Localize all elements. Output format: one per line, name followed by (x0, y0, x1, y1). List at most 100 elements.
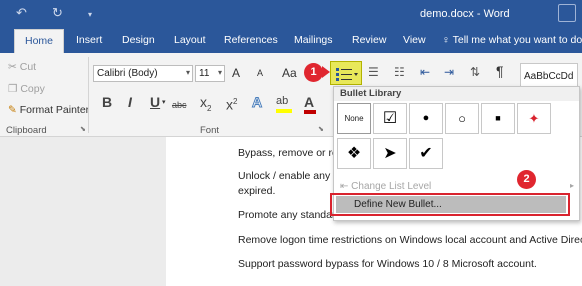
four-diamonds-bullet-icon: ❖ (346, 145, 362, 162)
tab-layout[interactable]: Layout (174, 34, 206, 46)
filled-circle-bullet-icon: ● (422, 112, 430, 124)
font-size-select[interactable]: 11 ▾ (195, 65, 225, 82)
checkmark-bullet-icon: ✔ (419, 145, 433, 162)
bullets-button[interactable] (330, 61, 362, 85)
define-new-bullet-highlight (330, 193, 570, 216)
increase-indent-icon[interactable]: ⇥ (444, 65, 454, 79)
multilevel-list-icon[interactable]: ☷ (394, 65, 405, 79)
bullet-list-icon (336, 68, 358, 81)
superscript-button[interactable]: x2 (226, 95, 237, 112)
document-title: demo.docx - Word (420, 8, 510, 20)
font-size-value: 11 (199, 68, 210, 79)
underline-dropdown-icon[interactable]: ▾ (162, 98, 166, 106)
superscript-x: x (226, 96, 233, 113)
subscript-x: x (200, 94, 207, 110)
subscript-button[interactable]: x2 (200, 95, 211, 116)
change-case-button[interactable]: Aa (282, 66, 297, 80)
bullet-option-filled-circle[interactable]: ● (409, 103, 443, 134)
step-marker-2: 2 (517, 170, 536, 189)
strikethrough-button[interactable]: abc (172, 98, 187, 112)
highlight-color-bar (276, 109, 292, 113)
cut-label: Cut (19, 61, 37, 73)
hollow-circle-bullet-icon: ○ (458, 111, 466, 126)
copy-label: Copy (20, 83, 45, 95)
font-family-select[interactable]: Calibri (Body) ▾ (93, 65, 193, 82)
filled-square-bullet-icon: ■ (495, 113, 501, 123)
clipboard-group-label: Clipboard (6, 125, 47, 136)
bullet-option-star-burst[interactable]: ✦ (517, 103, 551, 134)
copy-button[interactable]: ❐ Copy (8, 83, 45, 95)
bullet-option-four-diamonds[interactable]: ❖ (337, 138, 371, 169)
copy-icon: ❐ (8, 83, 18, 95)
scissors-icon: ✂ (8, 61, 17, 73)
font-launcher-icon[interactable]: ⬊ (318, 125, 324, 133)
bullet-option-hollow-circle[interactable]: ○ (445, 103, 479, 134)
customize-quick-access-icon[interactable]: ▾ (88, 8, 92, 22)
italic-button[interactable]: I (128, 95, 132, 109)
bullet-option-none[interactable]: None (337, 103, 371, 134)
bullet-option-arrowhead[interactable]: ➤ (373, 138, 407, 169)
format-painter-label: Format Painter (19, 104, 90, 116)
text-effects-button[interactable]: A (251, 95, 262, 110)
shrink-font-button[interactable]: A (257, 68, 263, 78)
tab-mailings[interactable]: Mailings (294, 34, 333, 46)
format-painter-button[interactable]: ✎ Format Painter (8, 104, 89, 116)
numbering-icon[interactable]: ☰ (368, 65, 379, 79)
step-marker-1-pointer (322, 66, 330, 78)
chevron-down-icon: ▾ (185, 68, 190, 77)
decrease-indent-icon[interactable]: ⇤ (420, 65, 430, 79)
show-formatting-button[interactable]: ¶ (496, 63, 504, 79)
clipboard-launcher-icon[interactable]: ⬊ (80, 125, 86, 133)
tell-me-box[interactable]: ♀ Tell me what you want to do (442, 34, 582, 46)
tab-insert[interactable]: Insert (76, 34, 102, 46)
font-color-label: A (304, 94, 315, 110)
title-bar: ↶ ↻ ▾ demo.docx - Word (0, 0, 582, 27)
change-list-level-label: Change List Level (351, 181, 432, 192)
doc-line-6: Support password bypass for Windows 10 /… (238, 258, 537, 270)
change-list-level-menu-item: ⇤ Change List Level (340, 181, 431, 192)
underline-button[interactable]: U (150, 95, 160, 109)
checkbox-bullet-icon: ☑ (382, 110, 398, 127)
doc-line-2: Unlock / enable any W (238, 170, 344, 182)
bold-button[interactable]: B (102, 95, 112, 109)
divider (88, 57, 89, 133)
arrowhead-bullet-icon: ➤ (383, 145, 397, 162)
bullet-option-checkbox[interactable]: ☑ (373, 103, 407, 134)
cut-button[interactable]: ✂ Cut (8, 61, 36, 73)
font-family-value: Calibri (Body) (97, 68, 158, 79)
subscript-mark: 2 (207, 103, 212, 113)
superscript-mark: 2 (233, 97, 238, 106)
tab-view[interactable]: View (403, 34, 426, 46)
tab-home[interactable]: Home (14, 29, 65, 53)
tab-review[interactable]: Review (352, 34, 386, 46)
paintbrush-icon: ✎ (8, 104, 17, 116)
bullet-none-label: None (344, 114, 364, 123)
font-group-label: Font (200, 125, 220, 136)
bullet-library-header: Bullet Library (334, 87, 579, 101)
doc-line-3: expired. (238, 185, 276, 197)
star-burst-bullet-icon: ✦ (528, 111, 540, 126)
font-color-button[interactable]: A (304, 94, 316, 114)
sort-icon[interactable]: ⇅ (470, 65, 480, 79)
highlight-button[interactable]: ab (276, 94, 292, 113)
doc-line-4: Promote any standar (238, 209, 336, 221)
lightbulb-icon: ♀ (442, 34, 450, 46)
bullet-option-checkmark[interactable]: ✔ (409, 138, 443, 169)
highlight-label: ab (276, 95, 289, 107)
doc-line-1: Bypass, remove or re (238, 147, 338, 159)
doc-line-5: Remove logon time restrictions on Window… (238, 234, 582, 246)
redo-icon[interactable]: ↻ (52, 6, 63, 20)
bullet-option-filled-square[interactable]: ■ (481, 103, 515, 134)
change-level-icon: ⇤ (340, 181, 349, 192)
font-color-bar (304, 110, 316, 114)
undo-icon[interactable]: ↶ (16, 6, 27, 20)
change-level-chevron-icon: ▸ (570, 181, 575, 190)
tab-references[interactable]: References (224, 34, 278, 46)
step-marker-1: 1 (304, 63, 323, 82)
chevron-down-icon: ▾ (217, 68, 222, 77)
ribbon-tabs: Home Insert Design Layout References Mai… (0, 27, 582, 53)
ribbon-display-options-button[interactable] (558, 4, 576, 22)
grow-font-button[interactable]: A (232, 66, 240, 80)
style-preview: AaBbCcDd (524, 71, 574, 82)
tab-design[interactable]: Design (122, 34, 155, 46)
